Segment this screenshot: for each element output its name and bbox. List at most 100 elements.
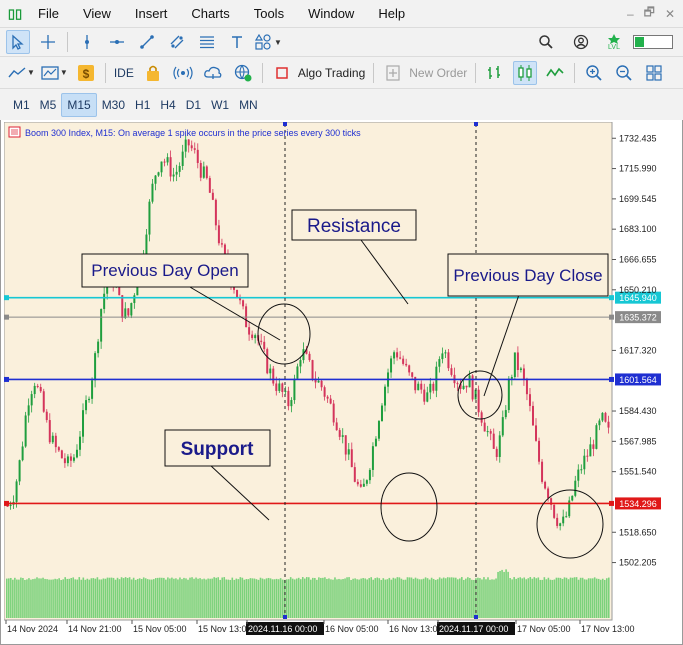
volume-bar <box>382 578 385 618</box>
close-icon[interactable]: ✕ <box>665 7 675 21</box>
account-icon[interactable] <box>569 30 593 54</box>
menu-insert[interactable]: Insert <box>123 0 180 27</box>
minimize-icon[interactable]: – <box>627 7 634 21</box>
volume-bar <box>559 577 562 618</box>
tile-windows-icon[interactable] <box>642 61 666 85</box>
volume-bar <box>96 577 99 618</box>
candle-body <box>495 448 498 457</box>
volume-bar <box>58 578 60 618</box>
timeframe-mn[interactable]: MN <box>234 93 263 117</box>
volume-bar <box>239 577 242 618</box>
ide-button[interactable]: IDE <box>110 66 138 80</box>
annotation-previous-day-close[interactable]: Previous Day Close <box>447 253 609 297</box>
line-handle[interactable] <box>283 122 287 126</box>
line-handle[interactable] <box>283 615 287 619</box>
vps-icon[interactable] <box>231 61 255 85</box>
vertical-line-icon[interactable] <box>75 30 99 54</box>
zoom-out-icon[interactable] <box>612 61 636 85</box>
cloud-icon[interactable] <box>201 61 225 85</box>
chart-window[interactable]: 1645.940 1635.372 1601.564 1534.296 1732.43… <box>3 121 680 642</box>
volume-bar <box>398 577 401 618</box>
level-icon[interactable]: LVL <box>602 30 626 54</box>
volume-bar <box>517 577 519 618</box>
annotation-previous-day-open[interactable]: Previous Day Open <box>81 253 249 288</box>
bar-chart-icon[interactable] <box>483 61 507 85</box>
fibonacci-icon[interactable] <box>195 30 219 54</box>
menu-window[interactable]: Window <box>296 0 366 27</box>
toolbar-separator <box>574 62 576 83</box>
restore-icon[interactable]: 🗗 <box>644 3 655 24</box>
signal-icon[interactable] <box>171 61 195 85</box>
timeframe-h4[interactable]: H4 <box>155 93 180 117</box>
chart-type-icon[interactable]: ▼ <box>8 61 35 85</box>
menu-view[interactable]: View <box>71 0 123 27</box>
candle-body <box>380 405 383 422</box>
volume-bar <box>92 578 95 618</box>
templates-icon[interactable]: ▼ <box>41 61 68 85</box>
volume-bar <box>225 579 228 618</box>
timeframe-m30[interactable]: M30 <box>97 93 130 117</box>
annotation-resistance[interactable]: Resistance <box>291 209 417 241</box>
volume-bar <box>452 577 455 618</box>
candlestick-chart-icon[interactable] <box>513 60 538 85</box>
level-handle[interactable] <box>609 295 614 301</box>
trendline-icon[interactable] <box>135 30 159 54</box>
volume-bar <box>44 578 46 618</box>
timeframe-h1[interactable]: H1 <box>130 93 155 117</box>
volume-bar <box>487 577 489 618</box>
level-handle[interactable] <box>609 500 614 506</box>
level-handle[interactable] <box>4 500 9 506</box>
crosshair-icon[interactable] <box>36 30 60 54</box>
line-handle[interactable] <box>474 615 478 619</box>
menu-charts[interactable]: Charts <box>179 0 241 27</box>
candle-body <box>220 243 223 245</box>
annotation-support[interactable]: Support <box>164 429 271 467</box>
menu-file[interactable]: File <box>26 0 71 27</box>
candle-body <box>525 379 528 395</box>
level-handle[interactable] <box>4 314 9 320</box>
volume-bar <box>605 578 608 618</box>
algo-trading-button[interactable]: Algo Trading <box>294 66 369 80</box>
volume-bar <box>420 579 423 618</box>
candle-body <box>272 368 275 384</box>
timeframe-m15[interactable]: M15 <box>61 92 97 117</box>
y-tick-label: 1551.540 <box>619 467 657 477</box>
timeframe-m5[interactable]: M5 <box>35 93 62 117</box>
volume-bar <box>515 578 517 618</box>
new-order-button[interactable]: New Order <box>405 66 471 80</box>
volume-bar <box>380 579 383 618</box>
price-chart[interactable]: 1645.9401635.3721601.5641534.296 1732.43… <box>3 121 680 642</box>
lock-icon[interactable] <box>141 61 165 85</box>
candle-body <box>483 422 486 432</box>
text-tool-icon[interactable] <box>225 30 249 54</box>
timeframe-d1[interactable]: D1 <box>181 93 206 117</box>
level-handle[interactable] <box>4 295 9 301</box>
algo-trading-stop-icon[interactable] <box>270 61 294 85</box>
volume-bar <box>74 579 77 618</box>
volume-bar <box>503 571 505 618</box>
shapes-icon[interactable]: ▼ <box>255 30 282 54</box>
volume-bar <box>138 578 141 618</box>
candle-body <box>121 295 124 319</box>
horizontal-line-icon[interactable] <box>105 30 129 54</box>
channel-icon[interactable] <box>165 30 189 54</box>
market-icon[interactable]: $ <box>74 61 98 85</box>
volume-bar <box>384 579 387 618</box>
timeframe-m1[interactable]: M1 <box>8 93 35 117</box>
level-handle[interactable] <box>4 376 9 382</box>
menu-tools[interactable]: Tools <box>242 0 296 27</box>
timeframe-w1[interactable]: W1 <box>206 93 234 117</box>
level-handle[interactable] <box>609 314 614 320</box>
level-handle[interactable] <box>609 376 614 382</box>
cursor-icon[interactable] <box>6 30 30 54</box>
volume-bar <box>529 577 532 618</box>
line-chart-icon[interactable] <box>543 61 567 85</box>
menu-help[interactable]: Help <box>366 0 417 27</box>
line-handle[interactable] <box>474 122 478 126</box>
candle-body <box>456 383 459 385</box>
search-icon[interactable] <box>534 30 558 54</box>
volume-bar <box>229 579 232 618</box>
zoom-in-icon[interactable] <box>582 61 606 85</box>
volume-bar <box>305 577 308 618</box>
new-order-icon[interactable] <box>381 61 405 85</box>
